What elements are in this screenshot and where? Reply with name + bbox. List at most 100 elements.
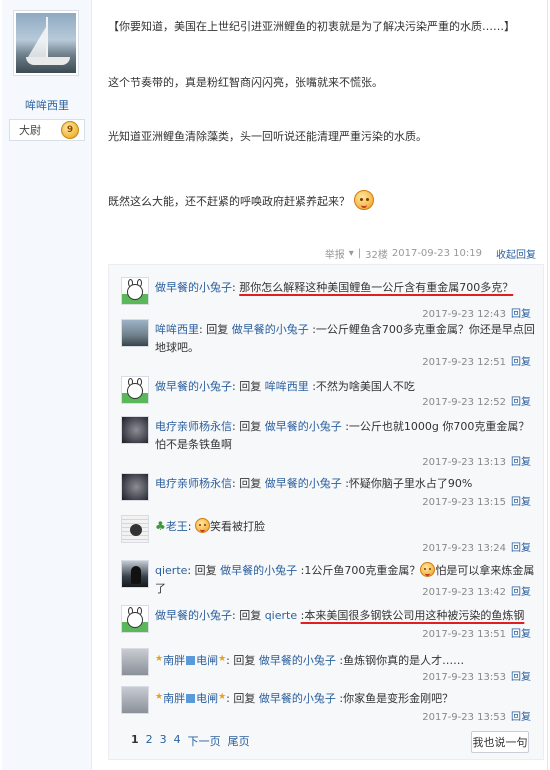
reply-time: 2017-9-23 12:43 回复	[422, 309, 531, 320]
reply-author[interactable]: 电疗亲师杨永信	[155, 477, 232, 490]
reply-time: 2017-9-23 12:51 回复	[422, 357, 531, 368]
reply-button[interactable]: 回复	[511, 309, 531, 320]
post-meta: 举报 ▾ | 32楼 2017-09-23 10:19 收起回复	[324, 246, 536, 261]
reply-author[interactable]: 哞哞西里	[155, 323, 199, 336]
reply-author[interactable]: 南胖	[163, 692, 185, 705]
avatar[interactable]	[121, 473, 149, 501]
star-icon: ★	[155, 692, 164, 702]
rank-label: 大尉	[19, 124, 41, 137]
avatar[interactable]	[121, 319, 149, 347]
say-something-button[interactable]: 我也说一句	[471, 731, 529, 753]
reply-time: 2017-9-23 13:42 回复	[422, 587, 531, 598]
post-datetime: 2017-09-23 10:19	[391, 248, 482, 259]
reply-time: 2017-9-23 13:53 回复	[422, 672, 531, 683]
reply-text: :鱼炼钢你真的是人才……	[339, 654, 465, 667]
reply-text: :你家鱼是变形金刚吧？	[339, 692, 454, 705]
last-page-link[interactable]: 尾页	[228, 733, 250, 749]
reply-text: :1公斤鱼700克重金属？	[300, 564, 421, 577]
floor-number: 32楼	[365, 250, 388, 261]
avatar[interactable]	[121, 686, 149, 714]
next-page-link[interactable]: 下一页	[188, 733, 221, 749]
page-3[interactable]: 3	[160, 733, 167, 749]
author-name[interactable]: 哞哞西里	[2, 97, 92, 113]
post-line-1: 【你要知道，美国在上世纪引进亚洲鲤鱼的初衷就是为了解决污染严重的水质……】	[108, 20, 515, 33]
level-badge-icon: 9	[61, 121, 79, 139]
reply-time: 2017-9-23 13:53 回复	[422, 712, 531, 723]
author-sidebar: 哞哞西里 大尉 9	[2, 0, 92, 770]
avatar[interactable]	[121, 560, 149, 588]
reply-target[interactable]: 做早餐的小兔子	[265, 477, 342, 490]
reply-time: 2017-9-23 13:24 回复	[422, 543, 531, 554]
reply-body: 哞哞西里: 回复 做早餐的小兔子 :一公斤鲤鱼含700多克重金属？你还是早点回地…	[155, 323, 535, 354]
reply-button[interactable]: 回复	[511, 497, 531, 508]
avatar[interactable]	[121, 515, 149, 543]
reply-body: 做早餐的小兔子: 回复 qierte :本来美国很多钢铁公司用这种被污染的鱼炼钢	[155, 609, 525, 622]
reply-button[interactable]: 回复	[511, 672, 531, 683]
avatar[interactable]	[121, 605, 149, 633]
reply-author[interactable]: 老王	[166, 520, 188, 533]
reply-text: 笑看被打脸	[209, 520, 265, 533]
collapse-reply-button[interactable]: 收起回复	[496, 246, 536, 261]
reply-author[interactable]: 做早餐的小兔子	[155, 380, 232, 393]
reply-text: :不然为啥美国人不吃	[312, 380, 415, 393]
reply-button[interactable]: 回复	[511, 357, 531, 368]
reply-time: 2017-9-23 13:51 回复	[422, 629, 531, 640]
tag-icon	[186, 694, 196, 703]
leaf-icon: ♣	[155, 519, 166, 533]
reply-target[interactable]: 哞哞西里	[265, 380, 309, 393]
post-line-4-text: 既然这么大能，还不赶紧的呼唤政府赶紧养起来？	[108, 195, 350, 208]
reply-button[interactable]: 回复	[511, 629, 531, 640]
avatar[interactable]	[121, 277, 149, 305]
reply-button[interactable]: 回复	[511, 587, 531, 598]
pagination: 1 2 3 4 下一页 尾页	[131, 733, 250, 749]
reply-body: 电疗亲师杨永信: 回复 做早餐的小兔子 :怀疑你脑子里水占了90%	[155, 477, 473, 490]
reply-body: 电疗亲师杨永信: 回复 做早餐的小兔子 :一公斤也就1000g 你700克重金属…	[155, 420, 530, 451]
reply-target[interactable]: 做早餐的小兔子	[259, 692, 336, 705]
reply-author[interactable]: 做早餐的小兔子	[155, 281, 232, 294]
page-2[interactable]: 2	[146, 733, 153, 749]
post-line-2: 这个节奏带的，真是粉红智商闪闪亮，张嘴就来不慌张。	[108, 76, 383, 89]
chevron-down-icon[interactable]: ▾	[349, 248, 354, 259]
reply-button[interactable]: 回复	[511, 712, 531, 723]
reply-time: 2017-9-23 13:15 回复	[422, 497, 531, 508]
reply-body: 做早餐的小兔子: 那你怎么解释这种美国鲤鱼一公斤含有重金属700多克？	[155, 281, 514, 294]
reply-target[interactable]: 做早餐的小兔子	[259, 654, 336, 667]
reply-author-2[interactable]: 电闸	[196, 654, 218, 667]
author-rank: 大尉 9	[9, 119, 85, 141]
reply-author[interactable]: 电疗亲师杨永信	[155, 420, 232, 433]
reply-list: 做早餐的小兔子: 那你怎么解释这种美国鲤鱼一公斤含有重金属700多克？ 2017…	[108, 264, 544, 760]
reply-body: ♣老王: 笑看被打脸	[155, 518, 265, 533]
report-link[interactable]: 举报	[325, 246, 345, 261]
reply-target[interactable]: 做早餐的小兔子	[232, 323, 309, 336]
reply-button[interactable]: 回复	[511, 543, 531, 554]
reply-author[interactable]: 做早餐的小兔子	[155, 609, 232, 622]
avatar[interactable]	[121, 376, 149, 404]
reply-author[interactable]: 南胖	[163, 654, 185, 667]
reply-author-2[interactable]: 电闸	[196, 692, 218, 705]
reply-body: ★南胖 电闸★: 回复 做早餐的小兔子 :你家鱼是变形金刚吧？	[155, 688, 535, 708]
reply-target[interactable]: qierte	[265, 609, 297, 622]
reply-button[interactable]: 回复	[511, 457, 531, 468]
page-4[interactable]: 4	[174, 733, 181, 749]
reply-text: :怀疑你脑子里水占了90%	[345, 477, 473, 490]
reply-text: :本来美国很多钢铁公司用这种被污染的鱼炼钢	[300, 609, 525, 622]
reply-button[interactable]: 回复	[511, 397, 531, 408]
reply-time: 2017-9-23 13:13 回复	[422, 457, 531, 468]
author-avatar[interactable]	[13, 10, 79, 76]
post-line-3: 光知道亚洲鲤鱼清除藻类，头一回听说还能清理严重污染的水质。	[108, 130, 427, 143]
smiley-face-icon	[353, 190, 374, 210]
reply-text: 那你怎么解释这种美国鲤鱼一公斤含有重金属700多克？	[239, 281, 514, 294]
star-icon: ★	[155, 654, 164, 664]
reply-author[interactable]: qierte	[155, 564, 187, 577]
smiley-face-icon	[194, 518, 210, 533]
avatar[interactable]	[121, 648, 149, 676]
smiley-face-icon	[420, 562, 436, 577]
star-icon: ★	[218, 654, 227, 664]
tag-icon	[186, 656, 196, 665]
post-line-4: 既然这么大能，还不赶紧的呼唤政府赶紧养起来？	[108, 190, 374, 210]
avatar[interactable]	[121, 416, 149, 444]
reply-target[interactable]: 做早餐的小兔子	[265, 420, 342, 433]
reply-time: 2017-9-23 12:52 回复	[422, 397, 531, 408]
star-icon: ★	[218, 692, 227, 702]
reply-target[interactable]: 做早餐的小兔子	[220, 564, 297, 577]
